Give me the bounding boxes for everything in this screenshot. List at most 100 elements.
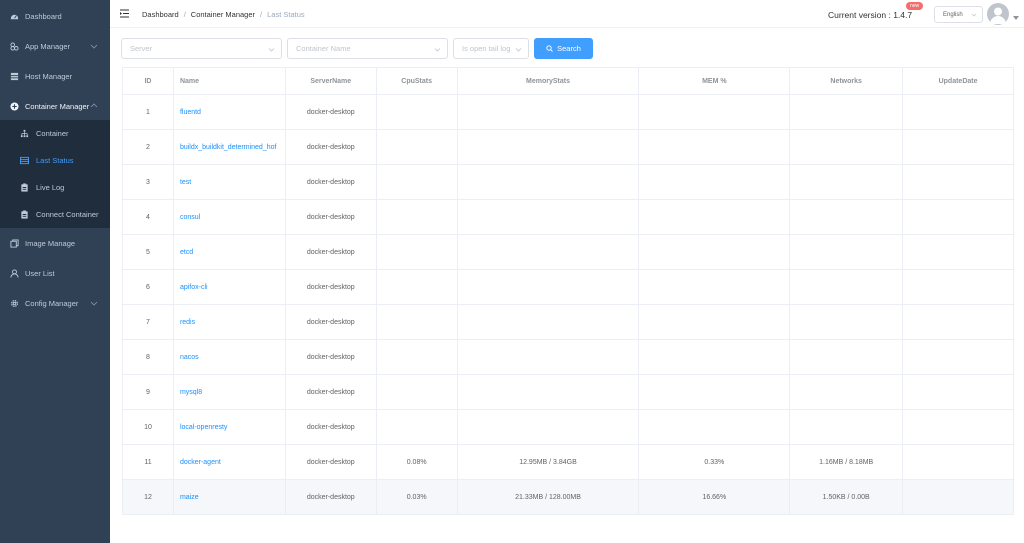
cell-cpu-stats xyxy=(377,130,458,164)
cell-name-link[interactable]: buildx_buildkit_determined_hof xyxy=(174,130,286,164)
sidebar-item-connect-container[interactable]: Connect Container xyxy=(0,201,110,228)
cell-id: 2 xyxy=(123,130,174,164)
cell-update-date xyxy=(903,235,1014,269)
navbar: Dashboard / Container Manager / Last Sta… xyxy=(110,0,1024,28)
caret-down-icon[interactable] xyxy=(1013,16,1019,20)
breadcrumb-container-manager[interactable]: Container Manager xyxy=(191,10,255,19)
cell-name-link[interactable]: redis xyxy=(174,305,286,339)
column-header-update-date[interactable]: UpdateDate xyxy=(903,68,1014,94)
column-header-mem-percent[interactable]: MEM % xyxy=(639,68,791,94)
sidebar-item-host-manager[interactable]: Host Manager xyxy=(0,63,110,89)
breadcrumb-separator: / xyxy=(183,10,186,19)
sidebar-item-label: Container Manager xyxy=(25,101,90,111)
chevron-down-icon xyxy=(971,13,977,17)
cell-networks xyxy=(790,95,904,129)
cell-name-link[interactable]: nacos xyxy=(174,340,286,374)
cell-cpu-stats xyxy=(377,340,458,374)
cell-name-link[interactable]: maize xyxy=(174,480,286,514)
server-select[interactable]: Server xyxy=(121,38,282,59)
sidebar-item-label: Image Manage xyxy=(25,238,76,248)
sidebar-item-label: Dashboard xyxy=(25,11,62,21)
cell-update-date xyxy=(903,200,1014,234)
sidebar-item-config-manager[interactable]: Config Manager xyxy=(0,290,110,316)
sidebar-item-user-list[interactable]: User List xyxy=(0,260,110,286)
cell-mem-percent xyxy=(639,375,791,409)
column-header-cpu-stats[interactable]: CpuStats xyxy=(377,68,458,94)
chevron-down-icon xyxy=(90,301,98,306)
cell-networks xyxy=(790,130,904,164)
column-header-server-name[interactable]: ServerName xyxy=(286,68,377,94)
cell-networks xyxy=(790,235,904,269)
sidebar-item-label: Last Status xyxy=(36,156,74,165)
column-header-name[interactable]: Name xyxy=(174,68,286,94)
table-header: ID Name ServerName CpuStats MemoryStats … xyxy=(123,68,1014,95)
container-name-select[interactable]: Container Name xyxy=(287,38,448,59)
sidebar-item-live-log[interactable]: Live Log xyxy=(0,174,110,201)
column-header-id[interactable]: ID xyxy=(123,68,174,94)
sidebar-item-last-status[interactable]: Last Status xyxy=(0,147,110,174)
cell-name-link[interactable]: docker-agent xyxy=(174,445,286,479)
cell-mem-percent xyxy=(639,305,791,339)
table-row: 4 consul docker-desktop xyxy=(123,200,1014,235)
cell-server-name: docker-desktop xyxy=(286,340,377,374)
cell-cpu-stats xyxy=(377,95,458,129)
tail-log-select[interactable]: Is open tail log xyxy=(453,38,529,59)
cell-update-date xyxy=(903,95,1014,129)
cell-server-name: docker-desktop xyxy=(286,95,377,129)
cell-name-link[interactable]: mysql8 xyxy=(174,375,286,409)
column-header-networks[interactable]: Networks xyxy=(790,68,904,94)
clipboard-icon xyxy=(19,210,29,220)
cell-networks xyxy=(790,165,904,199)
status-table: ID Name ServerName CpuStats MemoryStats … xyxy=(122,67,1014,515)
sidebar-item-label: Live Log xyxy=(36,183,65,192)
cell-server-name: docker-desktop xyxy=(286,410,377,444)
cell-name-link[interactable]: local-openresty xyxy=(174,410,286,444)
cell-memory-stats xyxy=(458,340,640,374)
gear-icon xyxy=(9,298,19,308)
table-row: 7 redis docker-desktop xyxy=(123,305,1014,340)
table-row: 5 etcd docker-desktop xyxy=(123,235,1014,270)
chevron-down-icon xyxy=(90,44,98,49)
cell-id: 9 xyxy=(123,375,174,409)
sidebar-item-image-manage[interactable]: Image Manage xyxy=(0,230,110,256)
cell-cpu-stats xyxy=(377,305,458,339)
cell-mem-percent xyxy=(639,270,791,304)
cell-networks xyxy=(790,375,904,409)
column-header-memory-stats[interactable]: MemoryStats xyxy=(458,68,640,94)
table-row: 12 maize docker-desktop 0.03% 21.33MB / … xyxy=(123,480,1014,515)
server-icon xyxy=(9,71,19,81)
plus-circle-icon xyxy=(9,101,19,111)
avatar[interactable] xyxy=(987,3,1009,25)
sidebar-item-app-manager[interactable]: App Manager xyxy=(0,33,110,59)
sidebar-item-container[interactable]: Container xyxy=(0,120,110,147)
cell-update-date xyxy=(903,270,1014,304)
chevron-down-icon xyxy=(515,48,522,52)
cell-mem-percent xyxy=(639,165,791,199)
cell-networks xyxy=(790,340,904,374)
cell-update-date xyxy=(903,165,1014,199)
cell-server-name: docker-desktop xyxy=(286,445,377,479)
cell-name-link[interactable]: test xyxy=(174,165,286,199)
breadcrumb-dashboard[interactable]: Dashboard xyxy=(142,10,179,19)
cell-id: 12 xyxy=(123,480,174,514)
cell-name-link[interactable]: fluentd xyxy=(174,95,286,129)
table-row: 1 fluentd docker-desktop xyxy=(123,95,1014,130)
table-row: 3 test docker-desktop xyxy=(123,165,1014,200)
cell-id: 10 xyxy=(123,410,174,444)
sidebar-item-dashboard[interactable]: Dashboard xyxy=(0,3,110,29)
cell-server-name: docker-desktop xyxy=(286,165,377,199)
sidebar-item-container-manager[interactable]: Container Manager xyxy=(0,93,110,119)
cell-memory-stats xyxy=(458,95,640,129)
new-badge: new xyxy=(906,2,924,10)
language-select[interactable]: English xyxy=(934,6,983,23)
cell-name-link[interactable]: apifox-cli xyxy=(174,270,286,304)
search-button[interactable]: Search xyxy=(534,38,593,59)
hamburger-icon[interactable] xyxy=(120,9,129,18)
cell-mem-percent xyxy=(639,235,791,269)
cell-name-link[interactable]: consul xyxy=(174,200,286,234)
cell-server-name: docker-desktop xyxy=(286,200,377,234)
cell-memory-stats xyxy=(458,130,640,164)
copy-icon xyxy=(9,238,19,248)
cell-name-link[interactable]: etcd xyxy=(174,235,286,269)
cell-id: 8 xyxy=(123,340,174,374)
